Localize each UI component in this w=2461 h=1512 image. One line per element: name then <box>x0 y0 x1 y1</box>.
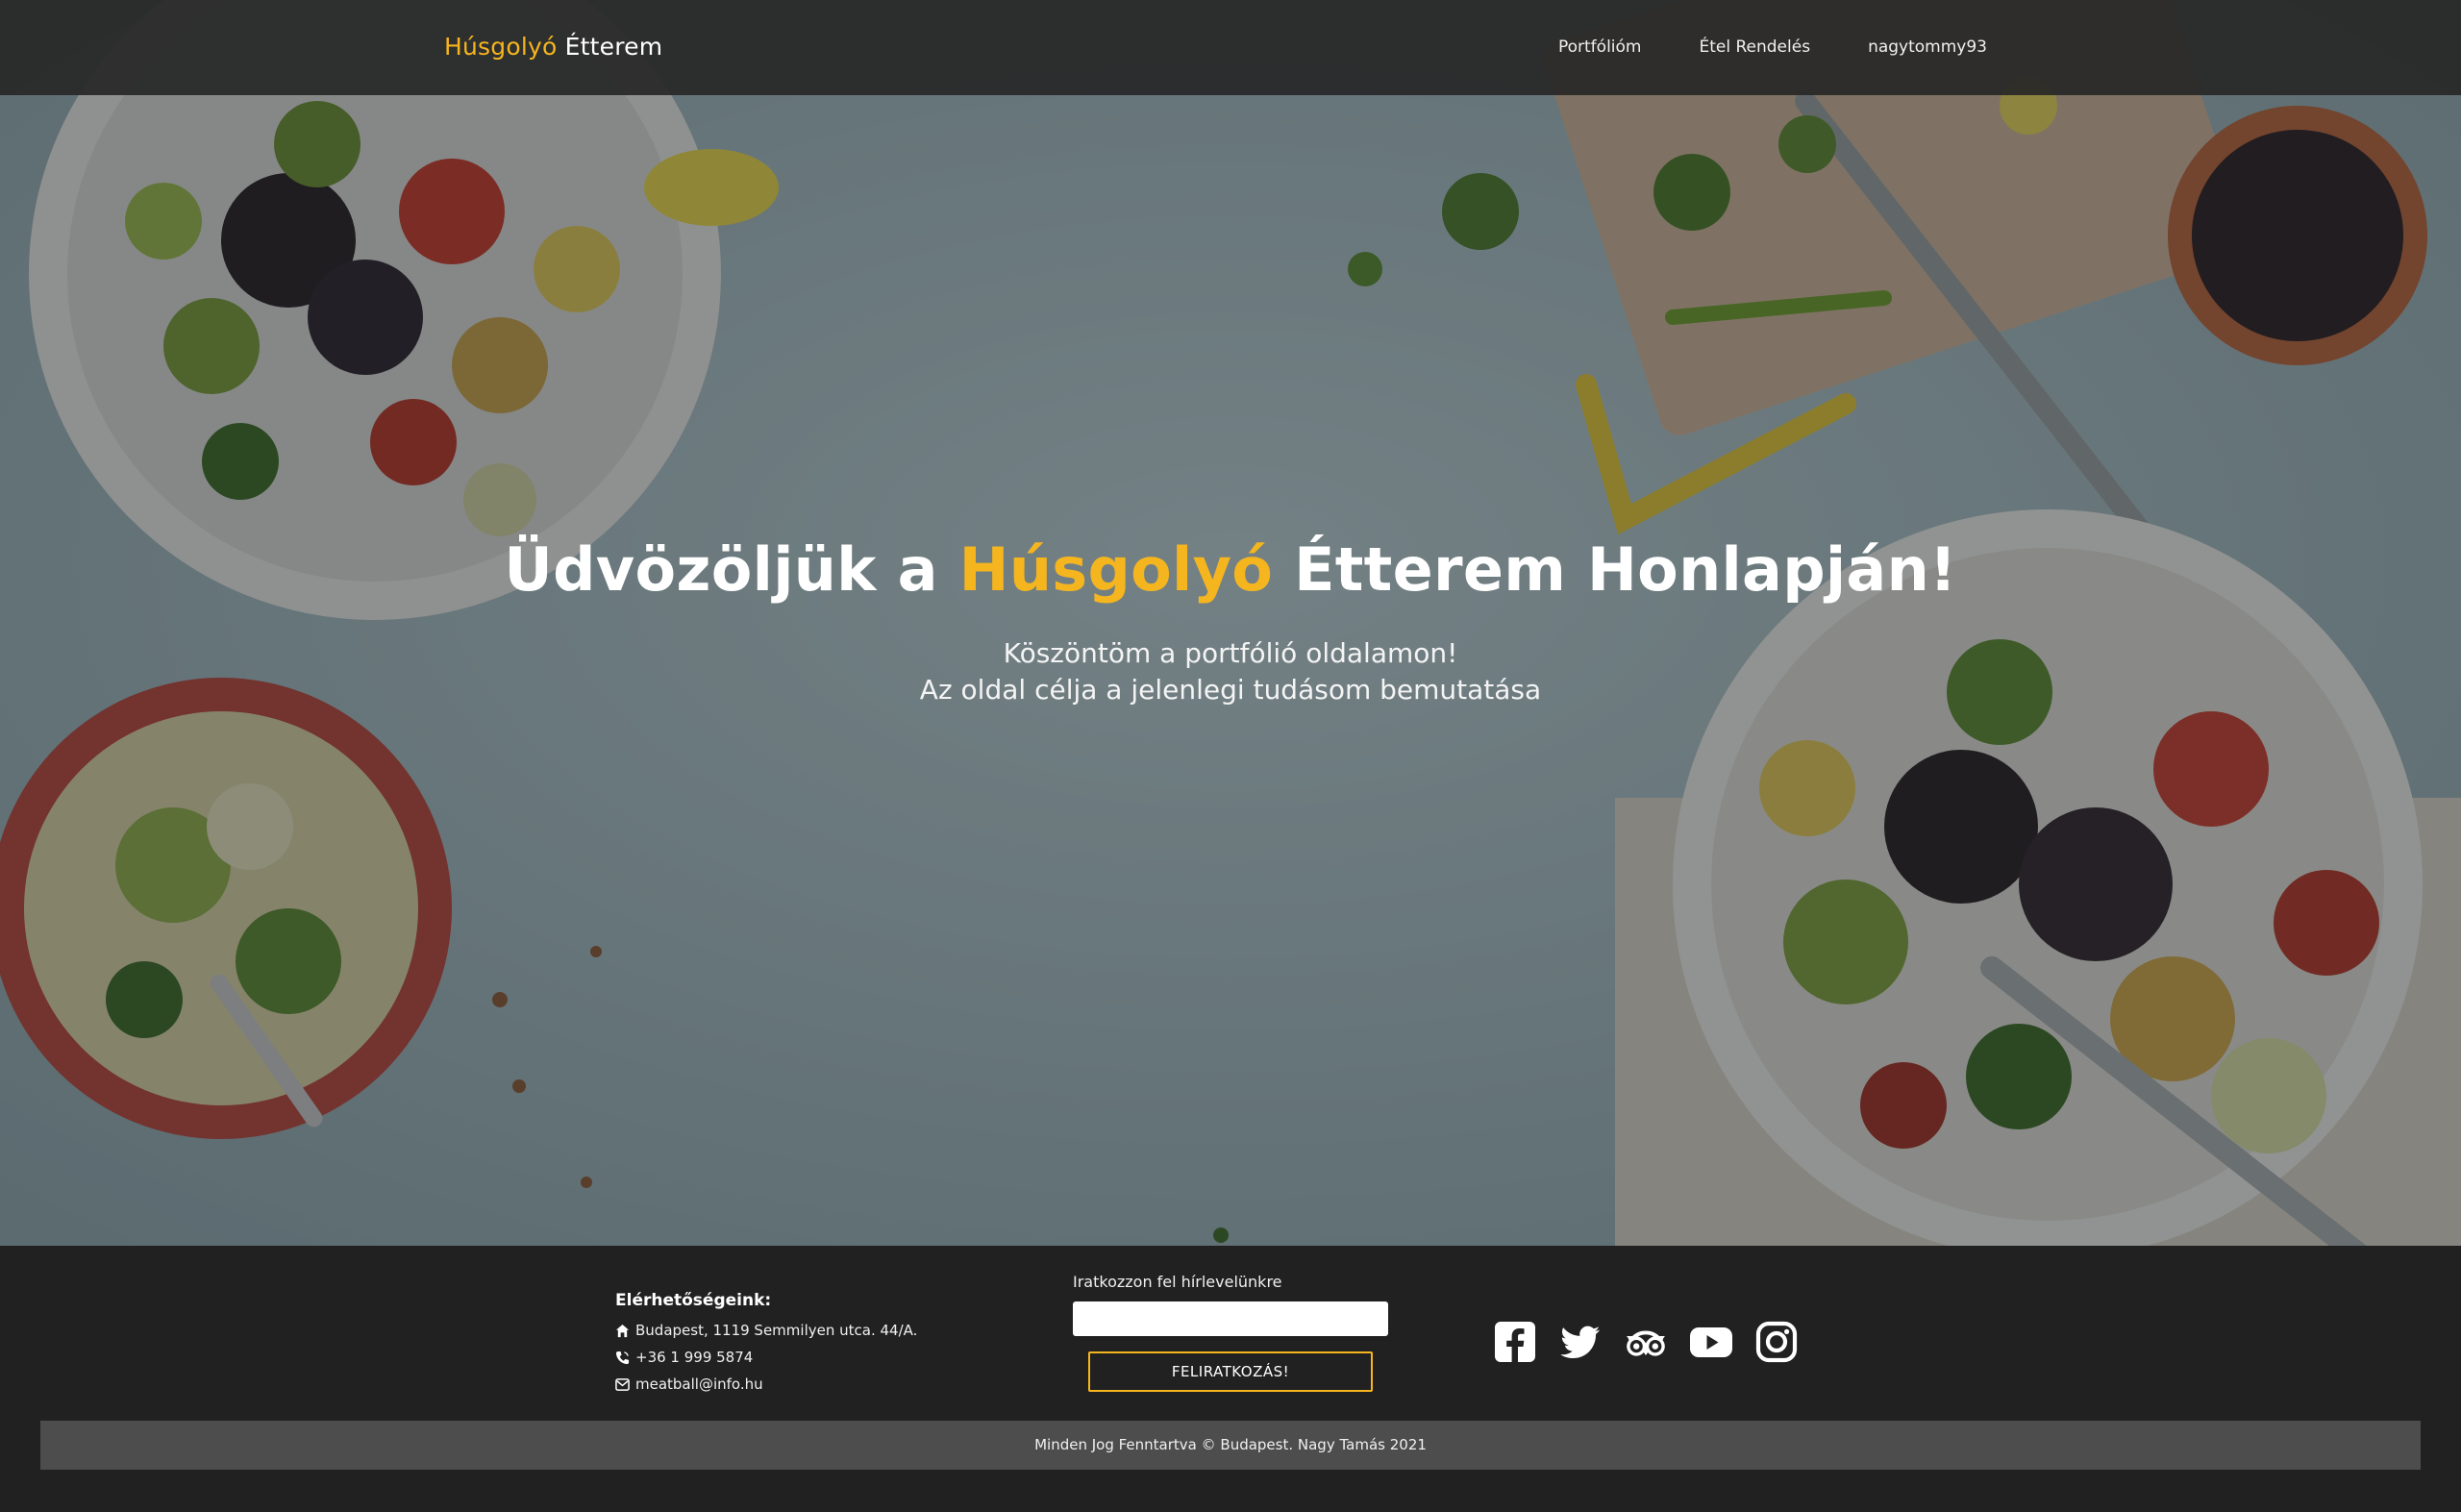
brand-rest: Étterem <box>557 33 663 61</box>
envelope-icon <box>615 1377 630 1391</box>
twitter-icon <box>1560 1326 1600 1358</box>
tripadvisor-icon <box>1627 1330 1665 1356</box>
social-links <box>1492 1319 1800 1365</box>
hero-title-accent: Húsgolyó <box>958 534 1274 605</box>
hero-title: Üdvözöljük a Húsgolyó Étterem Honlapján! <box>0 529 2461 611</box>
brand-accent: Húsgolyó <box>444 33 558 61</box>
contact-address: Budapest, 1119 Semmilyen utca. 44/A. <box>615 1317 917 1344</box>
facebook-icon <box>1495 1322 1535 1362</box>
contact-email: meatball@info.hu <box>615 1371 917 1398</box>
newsletter-form: Iratkozzon fel hírlevelünkre FELIRATKOZÁ… <box>1073 1271 1390 1392</box>
tripadvisor-link[interactable] <box>1623 1319 1669 1365</box>
newsletter-label: Iratkozzon fel hírlevelünkre <box>1073 1273 1282 1291</box>
contact-email-text: meatball@info.hu <box>635 1376 763 1393</box>
contact-phone: +36 1 999 5874 <box>615 1344 917 1371</box>
navbar: Húsgolyó Étterem Portfólióm Étel Rendelé… <box>0 0 2461 95</box>
footer: Elérhetőségeink: Budapest, 1119 Semmilye… <box>0 1246 2461 1512</box>
hero-subtitle-line2: Az oldal célja a jelenlegi tudásom bemut… <box>919 674 1542 706</box>
nav-link-user[interactable]: nagytommy93 <box>1868 33 1987 62</box>
youtube-icon <box>1690 1327 1732 1357</box>
brand-logo-link[interactable]: Húsgolyó Étterem <box>444 29 662 65</box>
contact-phone-text: +36 1 999 5874 <box>635 1349 754 1366</box>
hero-dark-overlay <box>0 0 2461 1246</box>
subscribe-button[interactable]: FELIRATKOZÁS! <box>1088 1351 1373 1392</box>
instagram-icon <box>1755 1321 1798 1363</box>
home-icon <box>615 1324 630 1337</box>
hero-subtitle: Köszöntöm a portfólió oldalamon! Az olda… <box>0 635 2461 708</box>
copyright-bar: Minden Jog Fenntartva © Budapest. Nagy T… <box>40 1421 2421 1470</box>
nav-link-portfolio[interactable]: Portfólióm <box>1558 33 1642 62</box>
nav-links: Portfólióm Étel Rendelés nagytommy93 <box>1558 33 1987 62</box>
facebook-link[interactable] <box>1492 1319 1538 1365</box>
contact-title: Elérhetőségeink: <box>615 1291 772 1310</box>
instagram-link[interactable] <box>1753 1319 1800 1365</box>
hero-section: Üdvözöljük a Húsgolyó Étterem Honlapján!… <box>0 0 2461 1246</box>
contact-address-text: Budapest, 1119 Semmilyen utca. 44/A. <box>635 1322 918 1339</box>
phone-icon <box>615 1351 630 1364</box>
newsletter-email-input[interactable] <box>1073 1301 1388 1336</box>
contact-block: Elérhetőségeink: Budapest, 1119 Semmilye… <box>615 1288 917 1398</box>
hero-subtitle-line1: Köszöntöm a portfólió oldalamon! <box>1003 637 1458 669</box>
youtube-link[interactable] <box>1688 1319 1734 1365</box>
nav-link-food-order[interactable]: Étel Rendelés <box>1699 33 1810 62</box>
twitter-link[interactable] <box>1557 1319 1603 1365</box>
hero-title-part2: Étterem Honlapján! <box>1273 534 1957 605</box>
hero-title-part1: Üdvözöljük a <box>504 534 959 605</box>
